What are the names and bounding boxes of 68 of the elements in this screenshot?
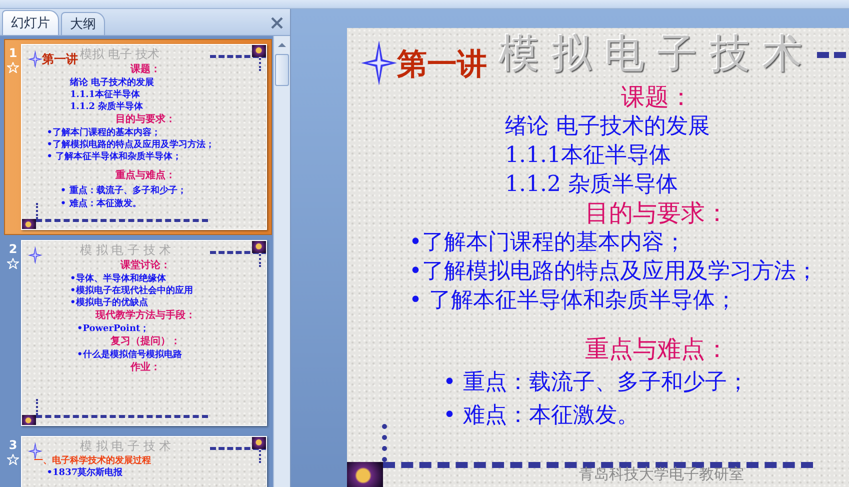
slide-text: 1.1.1本征半导体	[505, 143, 671, 168]
slide-text: • 了解本征半导体和杂质半导体；	[409, 288, 737, 313]
slide-text: • 重点：载流子、多子和少子；	[60, 186, 186, 196]
scroll-up-icon[interactable]	[277, 42, 287, 48]
slide-title: 模 拟 电 子 技 术	[80, 440, 172, 454]
slide-footer: 青岛科技大学电子教研室	[579, 465, 744, 483]
slide-text: •1837莫尔斯电报	[46, 468, 123, 478]
scrollbar[interactable]	[273, 36, 290, 487]
slide-text: 课题：	[621, 83, 693, 111]
star-icon	[28, 442, 42, 460]
star-icon	[7, 62, 19, 73]
lecture-label: 第一讲	[42, 53, 78, 66]
slide-text: •了解本门课程的基本内容；	[46, 128, 161, 138]
close-icon[interactable]	[270, 16, 284, 30]
corner-picture	[252, 241, 266, 253]
slide-text: 作业：	[130, 362, 161, 373]
slide-text: •了解本门课程的基本内容；	[409, 230, 686, 255]
slide-text: •PowerPoint；	[77, 324, 150, 334]
slide-text: •了解模拟电路的特点及应用及学习方法；	[46, 140, 215, 150]
slide-title: 模 拟 电 子 技 术	[499, 32, 803, 76]
slide-number: 3	[8, 438, 18, 452]
slide-text: 1.1.2 杂质半导体	[505, 172, 678, 197]
slide-text: •了解模拟电路的特点及应用及学习方法；	[409, 259, 818, 284]
slide-number: 1	[8, 46, 18, 60]
slide-title: 模拟 电子 技术	[80, 48, 160, 62]
slide-thumbnail[interactable]: 第一讲 模拟 电子 技术 课题： 绪论 电子技术的发展 1.1.1本征半导体 1.1.2 杂质半导体 目的与要求： •了解本门课程的基本内容； •了解模拟电路的特点及应用及学习方法； • 了解本征半导体和杂质半导体； 重点与难点： • 重点：载流子、多子和少子； • 难点：本征激发。	[21, 44, 267, 230]
slide-text: 课题：	[130, 64, 161, 75]
slide-list-item[interactable]: 2 模 拟 电 子 技 术 课堂讨论： •导体、半导体和绝缘体 •模拟电子在现代社会中的应用 •模拟电子的优缺点 现代教学方法与手段： •PowerPoint； 复习（提问）： •什么是模拟信号模拟电路 作业：	[4, 235, 272, 431]
corner-picture	[22, 414, 36, 425]
slide-text: 一、电子科学技术的发展过程	[34, 456, 151, 466]
star-icon	[28, 50, 42, 68]
slide-text: 1.1.2 杂质半导体	[70, 102, 144, 112]
slide-list-item[interactable]: 1 第一讲 模拟 电子 技术 课题： 绪论 电子技术的发展 1.1.1本征半导体 1.1.2 杂质半导体 目的与要求： •了解本门课程的基本内容； •了解模拟电路的特点及应用及学习方法； • 了解本征半导体和杂质半导体； 重点与难点： • 重点：载流子、多子和少子； • 难点：本征激发。	[4, 39, 272, 235]
star-icon	[28, 246, 42, 264]
star-icon	[7, 258, 19, 269]
corner-picture	[347, 462, 383, 487]
slide-text: •导体、半导体和绝缘体	[70, 274, 166, 284]
corner-picture	[22, 218, 36, 229]
slide-text: 现代教学方法与手段：	[96, 310, 196, 321]
slide-list-item[interactable]: 3 模 拟 电 子 技 术 一、电子科学技术的发展过程 •1837莫尔斯电报	[4, 431, 272, 487]
slide-title: 模 拟 电 子 技 术	[80, 244, 172, 258]
slide-text: 绪论 电子技术的发展	[505, 114, 710, 139]
slide-text: • 了解本征半导体和杂质半导体；	[46, 152, 182, 162]
slide-number: 2	[8, 242, 18, 256]
slide-text: 重点与难点：	[116, 170, 176, 181]
corner-picture	[252, 437, 266, 449]
slide-thumbnail[interactable]: 模 拟 电 子 技 术 一、电子科学技术的发展过程 •1837莫尔斯电报	[21, 436, 267, 487]
slide-text: •模拟电子的优缺点	[70, 298, 148, 308]
slide-text: 绪论 电子技术的发展	[70, 78, 154, 88]
slide-text: 复习（提问）：	[110, 336, 181, 347]
slide-text: • 难点：本征激发。	[60, 199, 142, 210]
slide-text: • 难点：本征激发。	[443, 403, 639, 428]
lecture-label: 第一讲	[397, 48, 487, 81]
slide-text: 目的与要求：	[585, 199, 729, 227]
slide-text: 目的与要求：	[116, 114, 176, 125]
slide-text: 课堂讨论：	[120, 260, 171, 271]
scroll-thumb[interactable]	[275, 54, 289, 86]
panel-tab[interactable]: 幻灯片	[2, 10, 59, 35]
slide-text: •什么是模拟信号模拟电路	[77, 350, 182, 360]
slide-thumbnail[interactable]: 模 拟 电 子 技 术 课堂讨论： •导体、半导体和绝缘体 •模拟电子在现代社会中的应用 •模拟电子的优缺点 现代教学方法与手段： •PowerPoint； 复习（提问）： •什么是模拟信号模拟电路 作业：	[21, 240, 267, 426]
slide-text: 1.1.1本征半导体	[70, 90, 140, 100]
slide-text: • 重点：载流子、多子和少子；	[443, 370, 749, 395]
slide-text: 重点与难点：	[585, 335, 729, 363]
panel-tab[interactable]: 大纲	[61, 12, 105, 35]
star-icon	[361, 40, 397, 86]
slide-text: •模拟电子在现代社会中的应用	[70, 286, 193, 296]
star-icon	[7, 454, 19, 465]
corner-picture	[252, 45, 266, 57]
